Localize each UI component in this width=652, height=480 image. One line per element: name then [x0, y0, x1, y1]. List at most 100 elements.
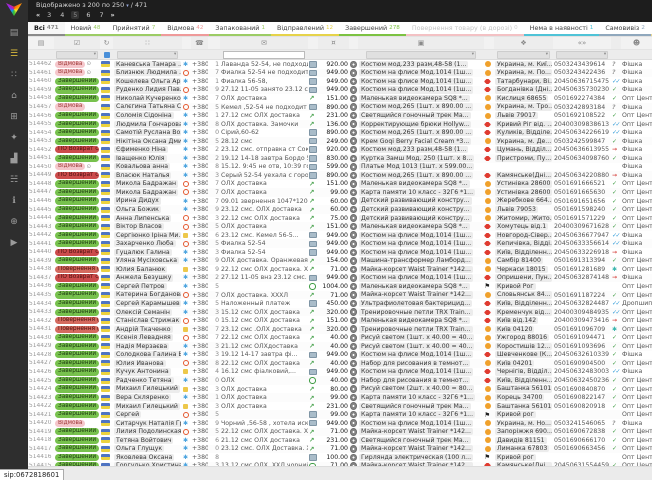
table-row[interactable]: 514426 Завершений Кучук Антонина +380...…: [28, 368, 652, 377]
id-column-header[interactable]: ▤: [28, 37, 54, 49]
tab-6[interactable]: Завершений 278: [339, 22, 406, 36]
table-row[interactable]: 514450 Відмова⊙ Ковальова анна +380... 8…: [28, 163, 652, 172]
last-page-button[interactable]: »: [111, 11, 115, 19]
sidebar-item-sliders-icon[interactable]: ☵: [0, 169, 28, 190]
tab-2[interactable]: Прийнятий 7: [106, 22, 161, 36]
column-filter-dropdown[interactable]: ▾: [56, 51, 98, 59]
table-row[interactable]: 514435 Завершений Катерина Богданова +38…: [28, 291, 652, 300]
sidebar-item-dashboard-icon[interactable]: ▤: [0, 22, 28, 43]
manager-column-header[interactable]: ☻: [621, 37, 652, 49]
table-row[interactable]: 514419 Завершений Лилия Подолинская +380…: [28, 428, 652, 437]
table-row[interactable]: 514458 Завершений Николай Кучеренко +380…: [28, 94, 652, 103]
sync-column-header[interactable]: ↻: [100, 37, 113, 49]
table-row[interactable]: 514421 Завершений Сергей +380... 5 99.00…: [28, 410, 652, 419]
tab-9[interactable]: Самовивіз 2: [599, 22, 651, 36]
table-row[interactable]: 514447 Завершений Микола Бадражан +380..…: [28, 188, 652, 197]
table-row[interactable]: 514459 Завершений Руденко Лидия Пав... +…: [28, 86, 652, 95]
table-row[interactable]: 514428 Завершений Солодкова Галина В... …: [28, 351, 652, 360]
product-column-header[interactable]: ▣: [358, 37, 484, 49]
page-button-6[interactable]: 6: [84, 11, 92, 19]
sidebar-item-globe-icon[interactable]: ⊕: [0, 211, 28, 232]
table-row[interactable]: 514454 Завершений Самотій Руслана Во... …: [28, 128, 652, 137]
page-button-5[interactable]: 5: [71, 11, 79, 19]
tab-0[interactable]: Всі 471: [28, 22, 65, 36]
table-row[interactable]: 514445 Завершений Ольга Божик +380... 9 …: [28, 205, 652, 214]
table-row[interactable]: 514422 Завершений Михаил Гилецький +380.…: [28, 402, 652, 411]
table-row[interactable]: 514456 Завершений Соломія Сідоніна +380.…: [28, 111, 652, 120]
status-column-header[interactable]: ☑: [54, 37, 100, 49]
table-row[interactable]: 514439 Завершений Уляна Мусіховська +380…: [28, 257, 652, 266]
sidebar-item-announce-icon[interactable]: ✦: [0, 127, 28, 148]
comment-column-header[interactable]: ✉: [220, 37, 308, 49]
phone-column-header[interactable]: ☎: [191, 37, 208, 49]
tracking-status-column-header[interactable]: [611, 37, 621, 49]
app-logo-icon[interactable]: [6, 3, 22, 16]
sidebar-item-shop-icon[interactable]: ⌂: [0, 85, 28, 106]
table-row[interactable]: 514434 Завершений Сергей Карамышев +380.…: [28, 299, 652, 308]
table-row[interactable]: 514438 Повернення (з... Юлия Баланюк +38…: [28, 265, 652, 274]
sidebar-item-cart-icon[interactable]: ⊞: [0, 106, 28, 127]
column-filter-dropdown[interactable]: ▾: [556, 51, 608, 59]
first-page-button[interactable]: «: [36, 11, 40, 19]
table-row[interactable]: 514433 Завершений Олексій Семанін +380..…: [28, 308, 652, 317]
column-filter-dropdown[interactable]: ▾: [497, 51, 550, 59]
client-column-header[interactable]: ∷: [113, 37, 182, 49]
table-row[interactable]: 514429 Завершений Надія Мерзаєва +380...…: [28, 342, 652, 351]
table-row[interactable]: 514442 Завершений Сергіюнко Іріна Ми... …: [28, 231, 652, 240]
sidebar-item-stats-icon[interactable]: ▟: [0, 148, 28, 169]
tab-1[interactable]: Новий 48: [65, 22, 107, 36]
tab-7[interactable]: Повернення товару (в дорозі) 0: [406, 22, 524, 36]
table-row[interactable]: 514427 Завершений Юлия Иванова +380... 8…: [28, 359, 652, 368]
carrier-column-header[interactable]: [484, 37, 494, 49]
table-row[interactable]: 514424 Завершений Михаил Гилецький +380.…: [28, 385, 652, 394]
price-column-header[interactable]: ¤: [318, 37, 349, 49]
table-row[interactable]: 514418 Завершений Тетяна Войтович +380..…: [28, 436, 652, 445]
page-button-7[interactable]: 7: [97, 11, 105, 19]
table-row[interactable]: 514420 Відмова Ситарчук Наталія Гр... +3…: [28, 419, 652, 428]
table-row[interactable]: 514436 Завершений Сергей Петров +380... …: [28, 282, 652, 291]
product-icon-column-header[interactable]: [349, 37, 358, 49]
sidebar-item-orders-list-icon[interactable]: ☰: [0, 43, 28, 64]
table-row[interactable]: 514417 Завершений Ольга Глущук +380... 0…: [28, 445, 652, 454]
table-row[interactable]: 514449 ПО Возврат ск... Власюк Наталья +…: [28, 171, 652, 180]
table-row[interactable]: 514430 Завершений Ксенія Левадняя +380..…: [28, 334, 652, 343]
sync-filter-icon[interactable]: [104, 52, 110, 58]
table-row[interactable]: 514443 Завершений Віктор Власов +380... …: [28, 222, 652, 231]
table-row[interactable]: 514431 Повернення (з... Андрій Ткаченко …: [28, 325, 652, 334]
page-button-4[interactable]: 4: [58, 11, 66, 19]
table-row[interactable]: 514432 Повернення (з... Станіслав Стрижа…: [28, 316, 652, 325]
sidebar-item-info-icon[interactable]: ℹ: [0, 190, 28, 211]
table-row[interactable]: 514441 Завершений Захарченко Люба +380..…: [28, 239, 652, 248]
column-filter-dropdown[interactable]: ▾: [366, 51, 476, 59]
count-column-header[interactable]: [208, 37, 220, 49]
column-filter-dropdown[interactable]: ▾: [117, 51, 179, 59]
tab-4[interactable]: Запакований 1: [209, 22, 271, 36]
messenger-column-header[interactable]: [182, 37, 191, 49]
table-row[interactable]: 514448 Завершений Микола Бадражан +380..…: [28, 180, 652, 189]
table-row[interactable]: 514453 Завершений Нікітіна Оксана Дми...…: [28, 137, 652, 146]
table-row[interactable]: 514423 Завершений Вера Скляренко +380...…: [28, 393, 652, 402]
table-row[interactable]: 514460 Завершений Кошелева Ольга Ар... +…: [28, 77, 652, 86]
page-button-3[interactable]: 3: [45, 11, 53, 19]
sidebar-item-video-icon[interactable]: ▶: [0, 232, 28, 253]
tab-3[interactable]: Відмова 42: [161, 22, 209, 36]
table-row[interactable]: 514444 Завершений Анна Липенська +380...…: [28, 214, 652, 223]
table-row[interactable]: 514461 Відмова⊙ Близнюк Людмила ... +380…: [28, 69, 652, 78]
table-row[interactable]: 514462 Відмова⊙ Каневська Тамара ... +38…: [28, 60, 652, 69]
tab-5[interactable]: Відправлений 12: [271, 22, 339, 36]
table-row[interactable]: 514425 Завершений Радченко Тетяна +380..…: [28, 376, 652, 385]
tracking-column-header[interactable]: «»: [553, 37, 611, 49]
table-row[interactable]: 514451 Завершений Іващенко Юлія +380... …: [28, 154, 652, 163]
table-row[interactable]: 514455 Завершений Людмила Гончарова +380…: [28, 120, 652, 129]
table-row[interactable]: 514437 ПО Возврат ск... Анжела Безушку +…: [28, 274, 652, 283]
payment-column-header[interactable]: [308, 37, 318, 49]
table-row[interactable]: 514440 ПО Возврат ск... Гуцалюк Галина +…: [28, 248, 652, 257]
table-row[interactable]: 514457 Відмова Салєгина Татьяна С... +38…: [28, 103, 652, 112]
table-row[interactable]: 514452 ПО Возврат ск... Єфименко Ніна +3…: [28, 145, 652, 154]
city-column-header[interactable]: ❖: [494, 37, 553, 49]
chevron-down-icon[interactable]: ▾: [126, 3, 129, 9]
table-row[interactable]: 514416 Завершений Яковлева Оксана +380..…: [28, 453, 652, 462]
comment-filter-input[interactable]: [223, 51, 304, 59]
tab-8[interactable]: Нема в наявності 1: [524, 22, 600, 36]
table-row[interactable]: 514446 Завершений Ирина Дидух +380... 7 …: [28, 197, 652, 206]
